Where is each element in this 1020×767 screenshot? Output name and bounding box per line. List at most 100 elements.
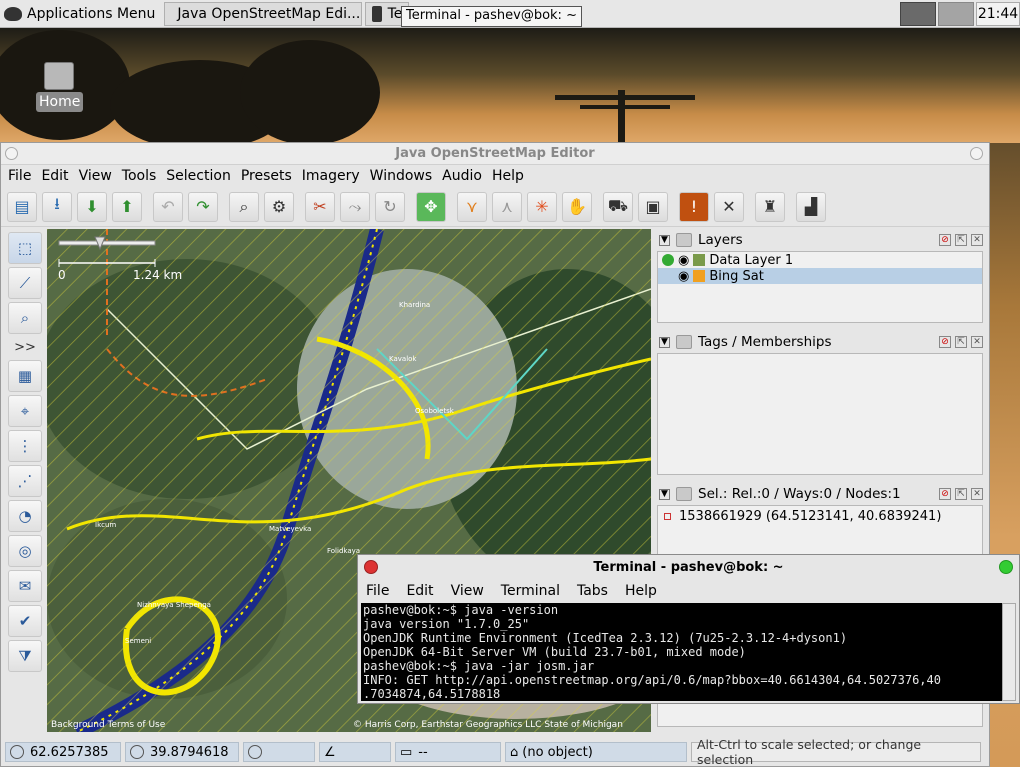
upload-icon[interactable]: ⬆: [112, 191, 142, 222]
tools-icon[interactable]: ✕: [714, 191, 744, 222]
taskbar-item-josm[interactable]: Java OpenStreetMap Edi...: [164, 1, 363, 26]
attribution-link[interactable]: Background Terms of Use: [51, 720, 165, 730]
hand-icon[interactable]: ✋: [562, 191, 592, 222]
visibility-eye-icon[interactable]: ◉: [678, 269, 689, 284]
castle-icon[interactable]: ♜: [755, 191, 785, 222]
zoom-icon[interactable]: ⌕: [229, 191, 259, 222]
open-icon[interactable]: ▤: [7, 191, 37, 222]
car-icon[interactable]: ⛟: [603, 191, 633, 222]
menu-imagery[interactable]: Imagery: [297, 168, 365, 184]
hide-dialog-icon[interactable]: ✕: [971, 336, 983, 348]
close-dialog-icon[interactable]: ⊘: [939, 488, 951, 500]
josm-titlebar[interactable]: Java OpenStreetMap Editor: [1, 143, 989, 165]
clock[interactable]: 21:44: [976, 2, 1020, 26]
selection-dialog-header[interactable]: ▼ Sel.: Rel.:0 / Ways:0 / Nodes:1 ⊘ ⇱ ✕: [655, 483, 987, 505]
layers-dialog-header[interactable]: ▼ Layers ⊘ ⇱ ✕: [655, 229, 987, 251]
detach-dialog-icon[interactable]: ⇱: [955, 234, 967, 246]
more-tools-button[interactable]: >>: [8, 337, 42, 357]
wallpaper-pole: [618, 90, 625, 145]
terminal-screen[interactable]: pashev@bok:~$ java -version java version …: [361, 603, 1003, 701]
save-icon[interactable]: ⭳: [42, 191, 72, 222]
tags-toggle-icon[interactable]: ⌖: [8, 395, 42, 427]
terminal-menu-help[interactable]: Help: [625, 583, 657, 599]
menu-view[interactable]: View: [74, 168, 117, 184]
select-mode-icon[interactable]: ⬚: [8, 232, 42, 264]
selection-item[interactable]: 1538661929 (64.5123141, 40.6839241): [658, 506, 982, 526]
zoom-mode-icon[interactable]: ⌕: [8, 302, 42, 334]
menu-windows[interactable]: Windows: [365, 168, 438, 184]
undo-icon[interactable]: ↶: [153, 191, 183, 222]
collapse-arrow-icon[interactable]: ▼: [659, 336, 670, 348]
download-icon[interactable]: ⬇: [77, 191, 107, 222]
conflict-icon[interactable]: ✉: [8, 570, 42, 602]
preferences-icon[interactable]: ⚙: [264, 191, 294, 222]
node-icon: [664, 512, 671, 520]
menu-audio[interactable]: Audio: [437, 168, 487, 184]
layer-item[interactable]: ◉ Bing Sat: [658, 268, 982, 284]
menu-presets[interactable]: Presets: [236, 168, 297, 184]
terminal-icon: [372, 5, 382, 22]
desktop-home-icon[interactable]: Home: [36, 62, 84, 112]
close-dialog-icon[interactable]: ⊘: [939, 234, 951, 246]
xfce-mouse-icon: [4, 6, 22, 21]
redo-icon[interactable]: ↷: [188, 191, 218, 222]
close-window-icon[interactable]: [364, 560, 378, 574]
maximize-window-icon[interactable]: [999, 560, 1013, 574]
workspace-1[interactable]: [900, 2, 936, 26]
ruler-icon: ▭: [400, 744, 413, 760]
warning-icon[interactable]: !: [679, 191, 709, 222]
terminal-line: pashev@bok:~$ java -jar josm.jar: [363, 659, 595, 673]
zoom-to-icon[interactable]: ✥: [416, 191, 446, 222]
longitude-icon: [130, 745, 144, 759]
relations-icon[interactable]: ⋰: [8, 465, 42, 497]
terminal-titlebar[interactable]: Terminal - pashev@bok: ~: [358, 555, 1019, 579]
filter-icon[interactable]: ⧩: [8, 640, 42, 672]
heading-field: [243, 742, 315, 762]
history-icon[interactable]: ◔: [8, 500, 42, 532]
collapse-arrow-icon[interactable]: ▼: [659, 488, 670, 500]
menu-help[interactable]: Help: [487, 168, 529, 184]
split-icon[interactable]: ✂: [305, 191, 335, 222]
detach-dialog-icon[interactable]: ⇱: [955, 488, 967, 500]
menu-file[interactable]: File: [3, 168, 36, 184]
validation-icon[interactable]: ✔: [8, 605, 42, 637]
terminal-menu-view[interactable]: View: [451, 583, 484, 599]
way-icon[interactable]: ⋏: [492, 191, 522, 222]
collapse-arrow-icon[interactable]: ▼: [659, 234, 670, 246]
detach-dialog-icon[interactable]: ⇱: [955, 336, 967, 348]
bus-icon[interactable]: ▣: [638, 191, 668, 222]
menu-tools[interactable]: Tools: [117, 168, 162, 184]
window-close-button[interactable]: [970, 147, 983, 160]
terminal-menu-terminal[interactable]: Terminal: [501, 583, 560, 599]
layer-item[interactable]: ◉ Data Layer 1: [658, 252, 982, 268]
place-label: Khardina: [399, 301, 431, 309]
tags-dialog-header[interactable]: ▼ Tags / Memberships ⊘ ⇱ ✕: [655, 331, 987, 353]
scale-zero: 0: [58, 268, 66, 282]
selection-list-icon[interactable]: ⋮: [8, 430, 42, 462]
terminal-menu-tabs[interactable]: Tabs: [577, 583, 608, 599]
hide-dialog-icon[interactable]: ✕: [971, 234, 983, 246]
node-icon[interactable]: ⋎: [457, 191, 487, 222]
combine-icon[interactable]: ⤳: [340, 191, 370, 222]
factory-icon[interactable]: ▟: [796, 191, 826, 222]
selection-icon: [676, 487, 692, 501]
wallpaper-tree: [240, 40, 380, 145]
terminal-menu-file[interactable]: File: [366, 583, 389, 599]
workspace-2[interactable]: [938, 2, 974, 26]
visibility-eye-icon[interactable]: ◉: [678, 253, 689, 268]
applications-menu-button[interactable]: Applications Menu: [0, 0, 161, 28]
longitude-field: 39.8794618: [125, 742, 239, 762]
terminal-menu-edit[interactable]: Edit: [406, 583, 433, 599]
layers-toggle-icon[interactable]: ▦: [8, 360, 42, 392]
line-icon[interactable]: ✳: [527, 191, 557, 222]
terminal-scrollbar[interactable]: [1002, 603, 1016, 701]
hide-dialog-icon[interactable]: ✕: [971, 488, 983, 500]
refresh-icon[interactable]: ↻: [375, 191, 405, 222]
draw-mode-icon[interactable]: ⟋: [8, 267, 42, 299]
window-menu-button[interactable]: [5, 147, 18, 160]
author-icon[interactable]: ◎: [8, 535, 42, 567]
place-label: Matveyevka: [269, 525, 312, 533]
close-dialog-icon[interactable]: ⊘: [939, 336, 951, 348]
menu-edit[interactable]: Edit: [36, 168, 73, 184]
menu-selection[interactable]: Selection: [161, 168, 236, 184]
